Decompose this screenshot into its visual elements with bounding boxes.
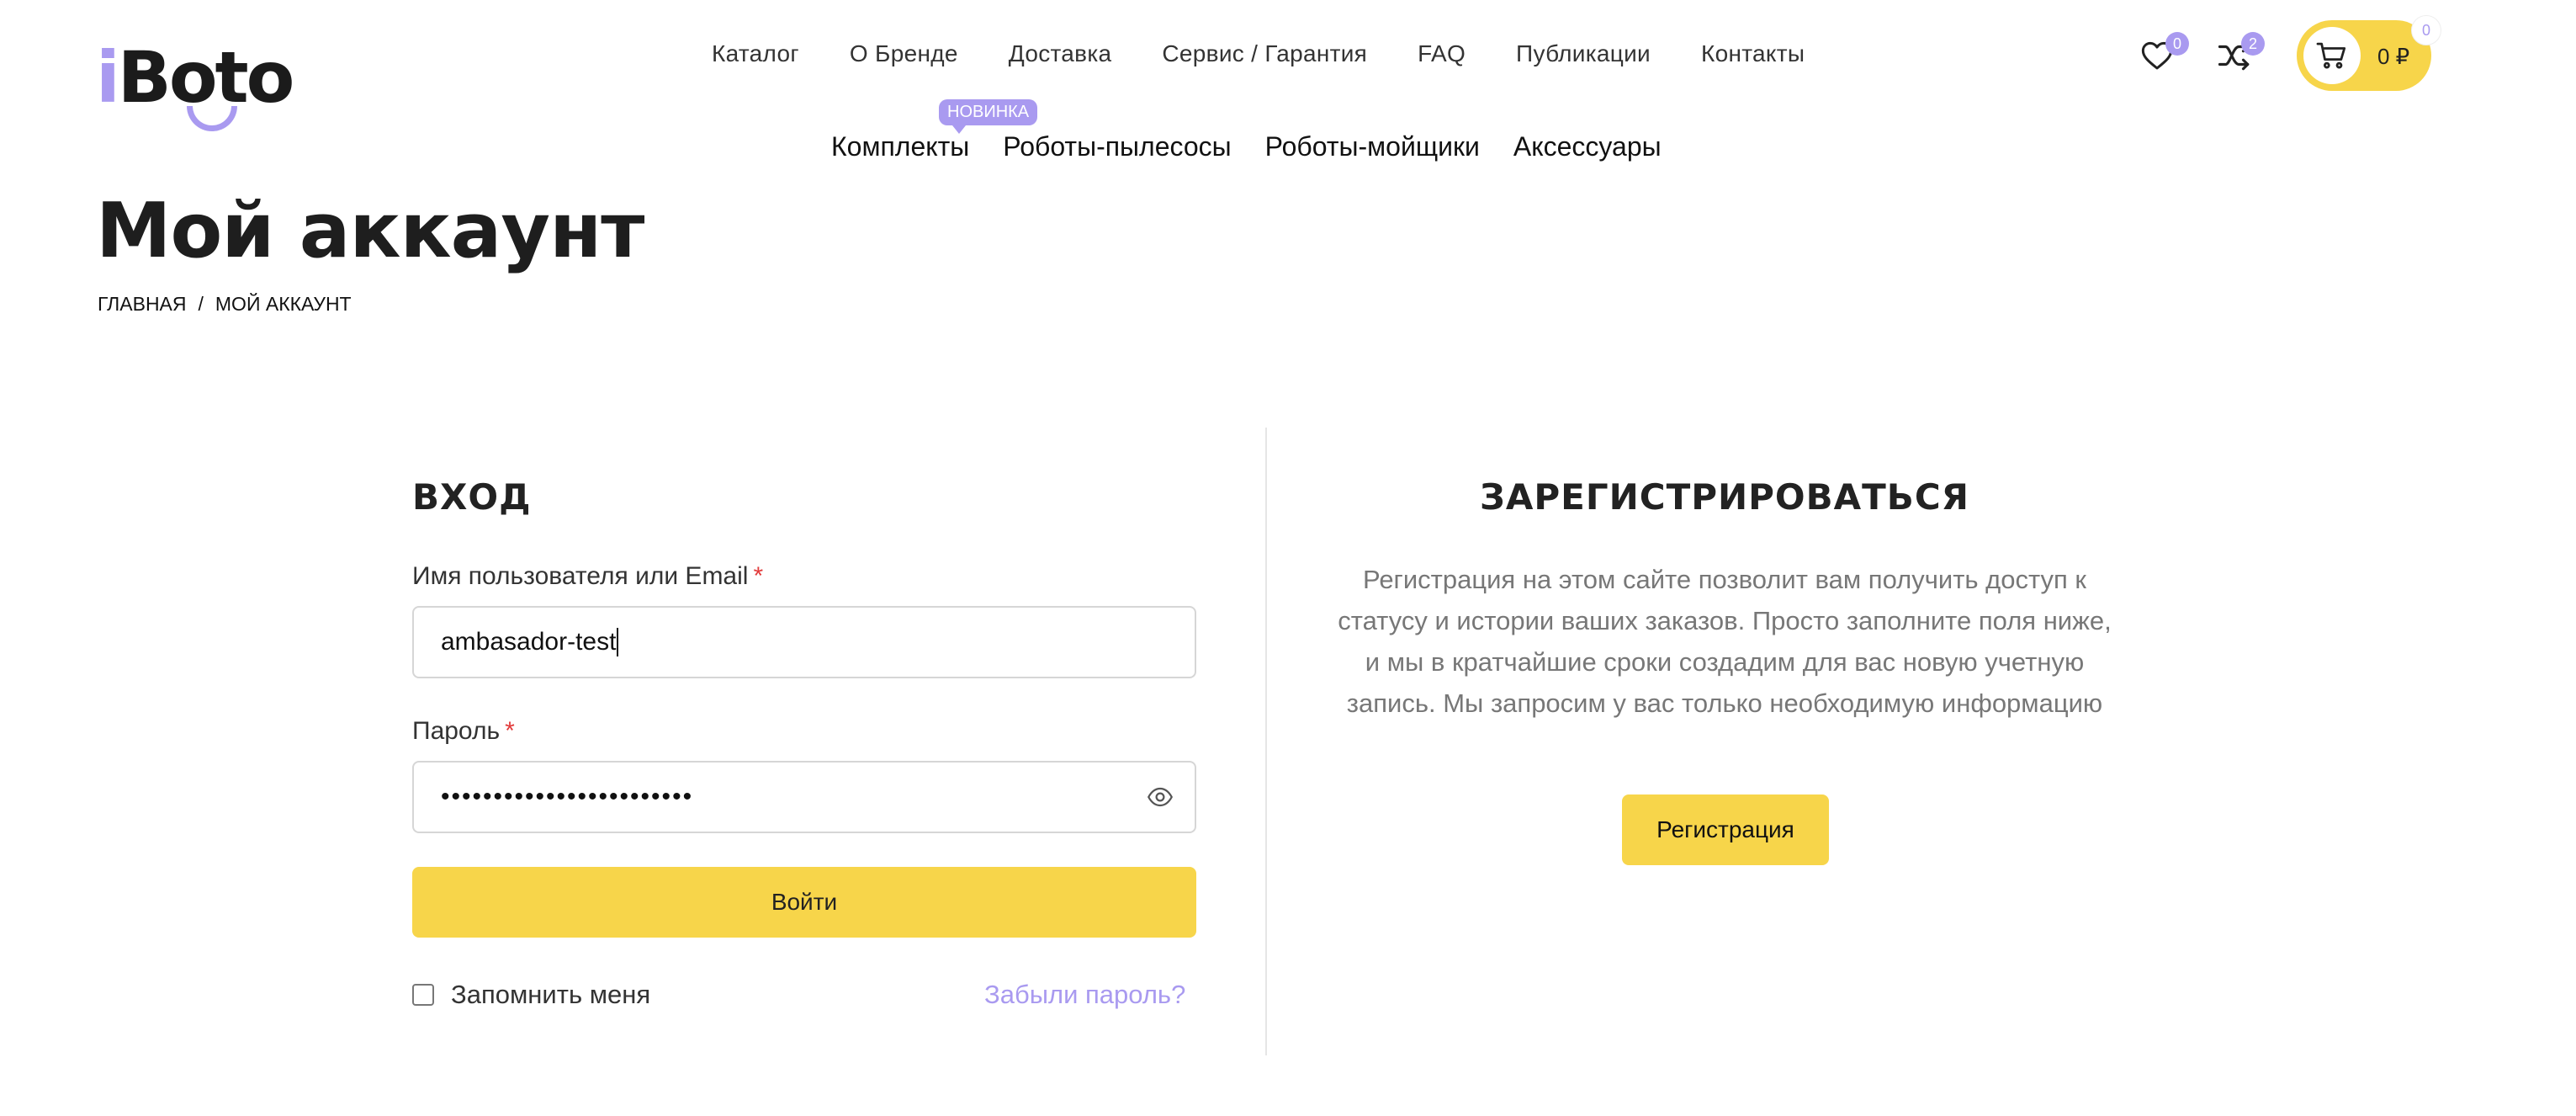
remember-me-label[interactable]: Запомнить меня bbox=[451, 980, 650, 1010]
wishlist-count-badge: 0 bbox=[2165, 32, 2189, 56]
password-input[interactable]: •••••••••••••••••••••••• bbox=[412, 761, 1196, 833]
new-badge: НОВИНКА bbox=[939, 99, 1038, 134]
required-mark: * bbox=[505, 717, 515, 745]
nav-link-contacts[interactable]: Контакты bbox=[1701, 40, 1805, 67]
nav-link-faq[interactable]: FAQ bbox=[1418, 40, 1466, 67]
required-mark: * bbox=[753, 562, 764, 590]
remember-me: Запомнить меня bbox=[412, 980, 650, 1010]
logo-smile-shape bbox=[187, 106, 237, 131]
cart-icon bbox=[2316, 42, 2346, 69]
show-password-button[interactable] bbox=[1148, 786, 1173, 808]
cart-count-badge: 0 bbox=[2411, 15, 2441, 45]
username-input[interactable]: ambasador-test bbox=[412, 606, 1196, 678]
nav-link-catalog[interactable]: Каталог bbox=[712, 40, 799, 67]
register-heading: ЗАРЕГИСТРИРОВАТЬСЯ bbox=[1480, 476, 1969, 518]
cart-total: 0 ₽ bbox=[2377, 44, 2410, 69]
category-kits[interactable]: Комплекты bbox=[831, 131, 969, 162]
category-robot-mops[interactable]: Роботы-мойщики bbox=[1265, 131, 1480, 162]
forgot-password-link[interactable]: Забыли пароль? bbox=[984, 980, 1185, 1010]
remember-me-checkbox[interactable] bbox=[412, 984, 434, 1006]
register-description: Регистрация на этом сайте позволит вам п… bbox=[1338, 565, 2112, 718]
breadcrumb-home-link[interactable]: Главная bbox=[98, 293, 187, 315]
eye-icon bbox=[1148, 787, 1173, 807]
nav-link-about-brand[interactable]: О Бренде bbox=[850, 40, 958, 67]
breadcrumb-current: Мой аккаунт bbox=[215, 293, 352, 315]
username-label-text: Имя пользователя или Email bbox=[412, 562, 749, 590]
text-caret bbox=[617, 628, 619, 656]
category-robot-vacuums[interactable]: Роботы-пылесосы bbox=[1003, 131, 1231, 162]
page-title: Мой аккаунт bbox=[96, 187, 644, 275]
username-input-value: ambasador-test bbox=[441, 628, 617, 656]
login-heading: ВХОД bbox=[412, 476, 532, 518]
category-nav: Комплекты Роботы-пылесосы Роботы-мойщики… bbox=[831, 131, 1662, 162]
site-logo[interactable]: iBoto bbox=[96, 42, 294, 135]
breadcrumb: Главная / Мой аккаунт bbox=[98, 293, 352, 316]
nav-link-publications[interactable]: Публикации bbox=[1516, 40, 1651, 67]
top-nav: Каталог О Бренде Доставка Сервис / Гаран… bbox=[712, 40, 1805, 67]
section-divider bbox=[1265, 428, 1267, 1055]
password-input-value: •••••••••••••••••••••••• bbox=[441, 783, 694, 810]
password-label-text: Пароль bbox=[412, 717, 501, 745]
compare-count-badge: 2 bbox=[2241, 32, 2265, 56]
nav-link-service-warranty[interactable]: Сервис / Гарантия bbox=[1162, 40, 1367, 67]
cart-icon-holder bbox=[2303, 27, 2361, 84]
register-button[interactable]: Регистрация bbox=[1622, 794, 1829, 865]
category-accessories[interactable]: Аксессуары bbox=[1513, 131, 1662, 162]
logo-letter-i: i bbox=[96, 36, 120, 119]
nav-link-delivery[interactable]: Доставка bbox=[1009, 40, 1112, 67]
password-label: Пароль * bbox=[412, 717, 515, 746]
username-label: Имя пользователя или Email * bbox=[412, 562, 763, 591]
login-submit-button[interactable]: Войти bbox=[412, 867, 1196, 938]
breadcrumb-separator: / bbox=[198, 293, 204, 315]
